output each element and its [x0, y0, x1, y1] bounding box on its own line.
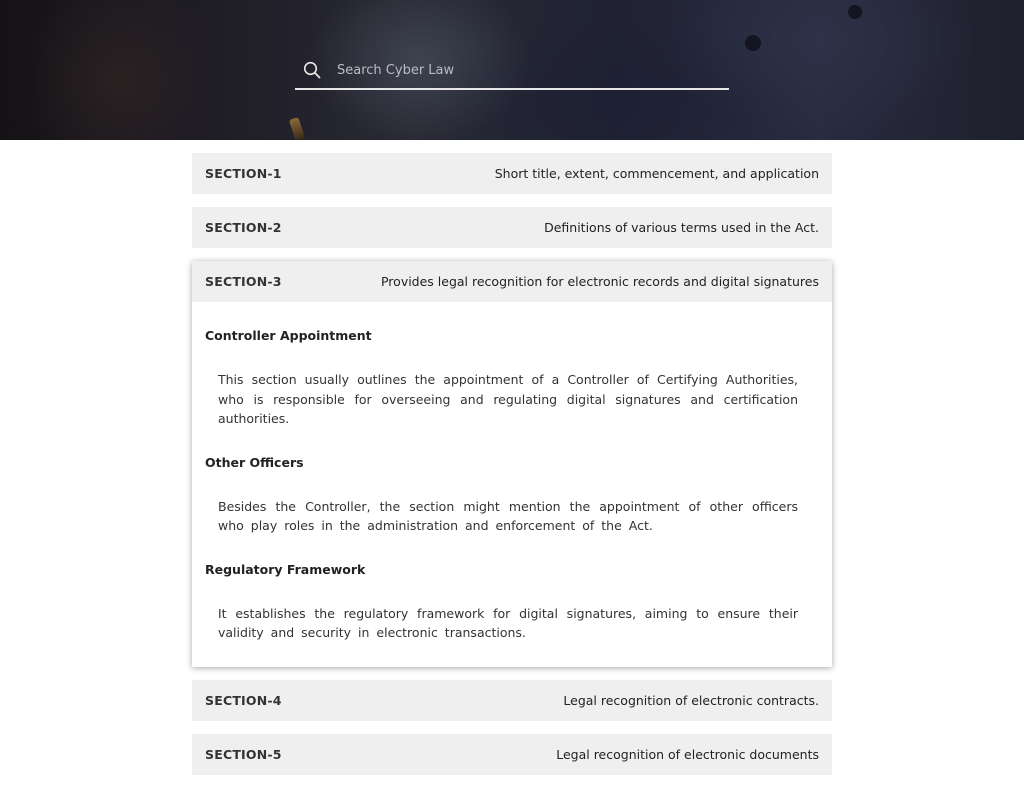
- section-summary: Legal recognition of electronic document…: [556, 746, 819, 762]
- section-title: SECTION-3: [205, 274, 282, 289]
- subsection-heading: Other Officers: [205, 454, 304, 470]
- subsection-text: It establishes the regulatory framework …: [218, 605, 798, 641]
- accordion-header-section-4[interactable]: SECTION-4 Legal recognition of electroni…: [192, 679, 832, 721]
- search-input[interactable]: [337, 55, 717, 85]
- accordion-item-section-4: SECTION-4 Legal recognition of electroni…: [192, 679, 832, 721]
- subsection-heading: Regulatory Framework: [205, 561, 366, 577]
- hero-background-detail: [848, 5, 862, 19]
- hero-pen-detail: [288, 116, 306, 140]
- accordion-panel-section-3: Controller Appointment This section usua…: [192, 302, 832, 667]
- hero-banner: [0, 0, 1024, 140]
- accordion-item-section-3: SECTION-3 Provides legal recognition for…: [192, 261, 832, 667]
- accordion-header-section-1[interactable]: SECTION-1 Short title, extent, commencem…: [192, 153, 832, 194]
- section-summary: Provides legal recognition for electroni…: [380, 274, 819, 289]
- section-title: SECTION-4: [205, 692, 282, 708]
- accordion-header-section-3[interactable]: SECTION-3 Provides legal recognition for…: [192, 261, 832, 302]
- subsection-heading: Controller Appointment: [205, 328, 372, 343]
- section-accordion: SECTION-1 Short title, extent, commencem…: [192, 153, 832, 788]
- hero-background-detail: [745, 35, 761, 51]
- accordion-item-section-2: SECTION-2 Definitions of various terms u…: [192, 207, 832, 248]
- accordion-header-section-5[interactable]: SECTION-5 Legal recognition of electroni…: [192, 733, 832, 775]
- accordion-item-section-1: SECTION-1 Short title, extent, commencem…: [192, 153, 832, 194]
- subsection-text: Besides the Controller, the section migh…: [218, 498, 798, 534]
- section-summary: Legal recognition of electronic contract…: [563, 692, 819, 708]
- section-summary: Definitions of various terms used in the…: [544, 220, 819, 235]
- search-bar: [295, 52, 729, 90]
- accordion-item-section-5: SECTION-5 Legal recognition of electroni…: [192, 733, 832, 775]
- section-summary: Short title, extent, commencement, and a…: [494, 166, 819, 181]
- search-icon[interactable]: [297, 55, 327, 85]
- accordion-header-section-2[interactable]: SECTION-2 Definitions of various terms u…: [192, 207, 832, 248]
- section-title: SECTION-2: [205, 220, 282, 235]
- section-title: SECTION-5: [205, 746, 282, 762]
- subsection-text: This section usually outlines the appoin…: [218, 372, 798, 426]
- section-title: SECTION-1: [205, 166, 282, 181]
